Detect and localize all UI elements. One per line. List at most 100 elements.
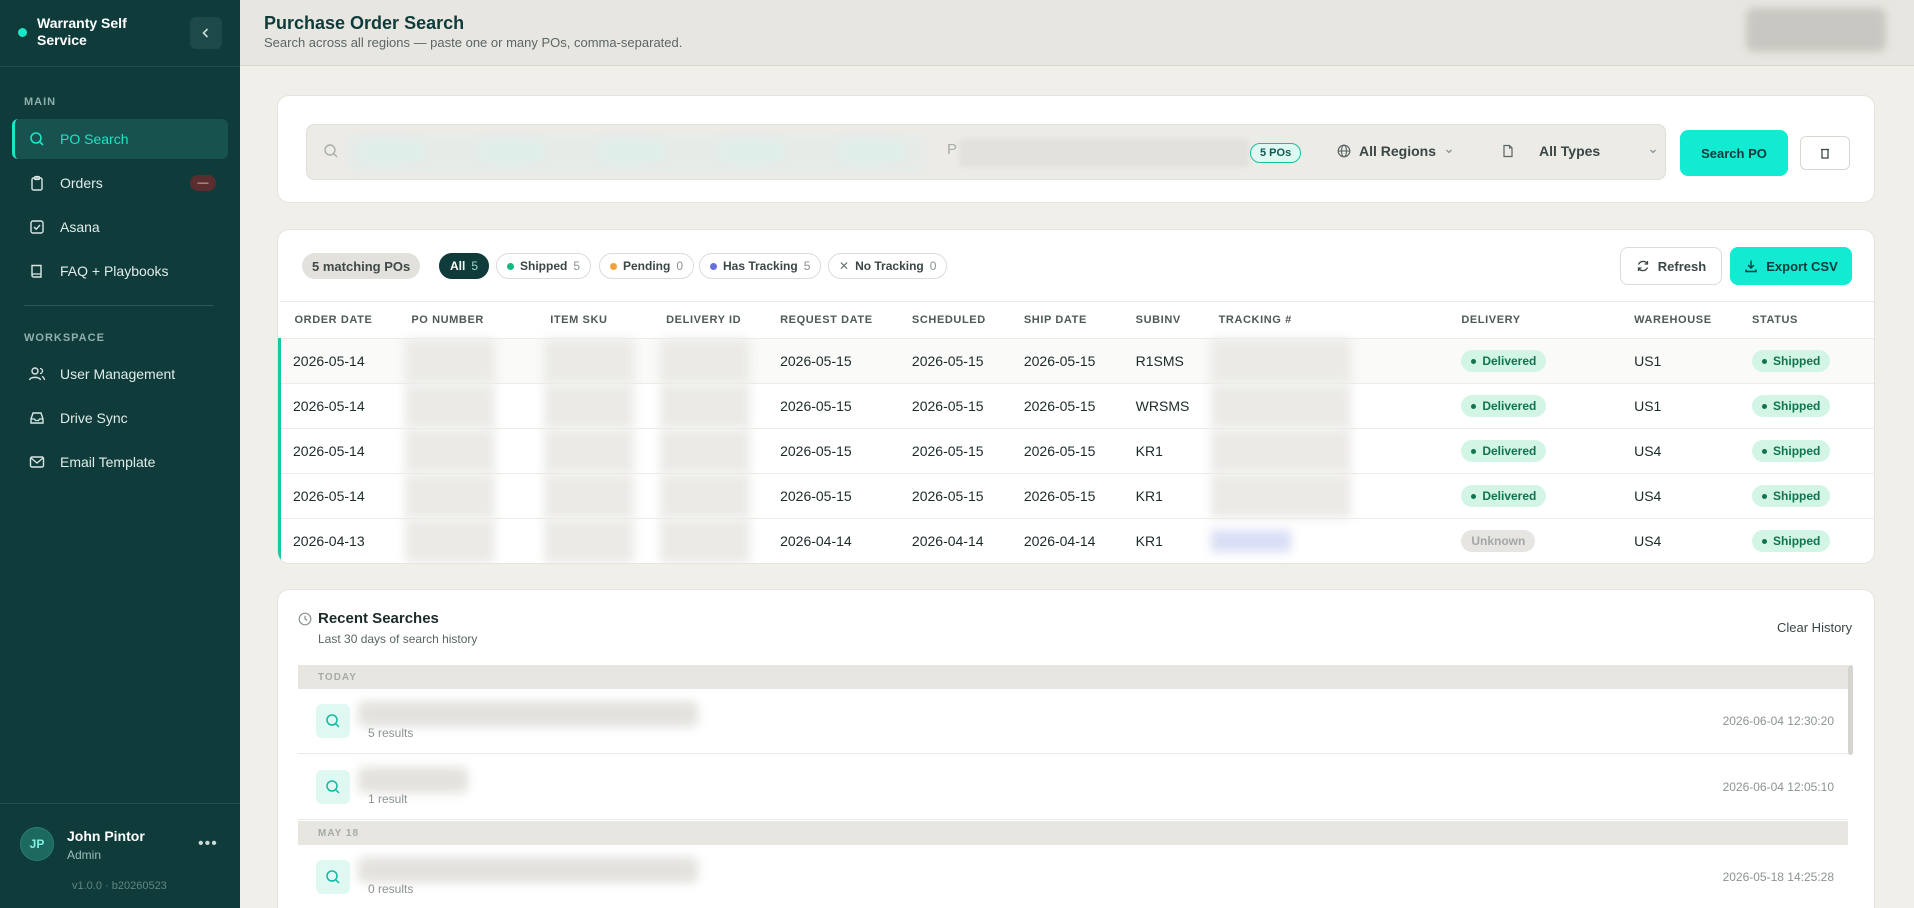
tracking-cell[interactable] <box>1203 473 1447 519</box>
refresh-icon <box>1637 260 1648 272</box>
delivery-id-cell <box>651 473 766 519</box>
sidebar-item-drive-sync[interactable]: Drive Sync <box>12 398 228 438</box>
file-icon <box>1503 144 1513 158</box>
redacted-value <box>1210 474 1351 518</box>
column-header[interactable]: STATUS <box>1737 301 1874 339</box>
redacted-value <box>660 384 751 428</box>
redacted-po-chip[interactable] <box>835 141 905 163</box>
po-number-cell[interactable] <box>396 473 536 519</box>
delivery-cell: Delivered <box>1446 473 1620 519</box>
delivery-cell: Delivered <box>1446 383 1620 429</box>
column-header[interactable]: WAREHOUSE <box>1619 301 1738 339</box>
redacted-po-chip[interactable] <box>715 141 785 163</box>
recent-search-item[interactable]: 5 results 2026-06-04 12:30:20 <box>298 689 1848 754</box>
purple-dot-icon <box>710 262 717 270</box>
page-title: Purchase Order Search <box>264 13 465 33</box>
brand-name: Warranty Self Service <box>37 15 127 48</box>
status-badge: Shipped <box>1752 485 1831 507</box>
delivery-badge: Delivered <box>1461 350 1547 372</box>
recent-searches-card: Recent Searches Last 30 days of search h… <box>277 589 1875 908</box>
tracking-cell[interactable] <box>1203 518 1447 563</box>
section-label-workspace: WORKSPACE <box>24 332 105 344</box>
redacted-po-chip[interactable] <box>475 141 545 163</box>
po-number-cell[interactable] <box>396 518 536 563</box>
tracking-cell[interactable] <box>1203 338 1447 384</box>
redacted-query <box>358 857 698 883</box>
clear-history-button[interactable]: Clear History <box>1777 620 1852 635</box>
po-search-input[interactable]: P 5 POs All Regions All Types <box>306 124 1666 180</box>
filter-chip-all[interactable]: All 5 <box>439 253 490 279</box>
column-header[interactable]: ORDER DATE <box>279 301 397 339</box>
sidebar-item-faq-playbooks[interactable]: FAQ + Playbooks <box>12 251 228 291</box>
column-header[interactable]: SCHEDULED <box>896 301 1009 339</box>
po-number-cell[interactable] <box>396 428 536 474</box>
recent-search-item[interactable]: 0 results 2026-05-18 14:25:28 <box>298 845 1848 908</box>
scheduled-cell: 2026-05-15 <box>896 428 1009 474</box>
app-version: v1.0.0 · b20260523 <box>72 880 167 892</box>
type-select[interactable]: All Types <box>1501 143 1658 159</box>
sidebar-item-email-template[interactable]: Email Template <box>12 442 228 482</box>
history-scrollbar[interactable] <box>1848 665 1853 755</box>
tracking-cell[interactable] <box>1203 383 1447 429</box>
avatar[interactable]: JP <box>20 827 54 861</box>
clear-search-button[interactable] <box>1800 136 1850 170</box>
brand-status-dot <box>18 28 27 37</box>
redacted-value <box>660 519 751 563</box>
search-icon <box>28 130 46 148</box>
scheduled-cell: 2026-05-15 <box>896 473 1009 519</box>
tracking-cell[interactable] <box>1203 428 1447 474</box>
ship-date-cell: 2026-05-15 <box>1008 338 1121 384</box>
column-header[interactable]: ITEM SKU <box>535 301 652 339</box>
filter-chip-shipped[interactable]: Shipped 5 <box>496 253 592 279</box>
column-header[interactable]: DELIVERY <box>1446 301 1620 339</box>
redacted-tracking-link[interactable] <box>1210 530 1291 552</box>
po-number-cell[interactable] <box>396 383 536 429</box>
column-header[interactable]: TRACKING # <box>1203 301 1447 339</box>
item-sku-cell <box>535 428 652 474</box>
page-subtitle: Search across all regions — paste one or… <box>264 35 683 50</box>
search-icon <box>316 770 350 804</box>
filter-chip-no-tracking[interactable]: ✕ No Tracking 0 <box>828 253 948 279</box>
column-header[interactable]: SUBINV <box>1120 301 1204 339</box>
column-header[interactable]: PO NUMBER <box>396 301 536 339</box>
redacted-header-widget <box>1746 8 1886 52</box>
search-po-button[interactable]: Search PO <box>1680 130 1788 176</box>
sidebar-item-user-management[interactable]: User Management <box>12 354 228 394</box>
filter-chip-pending[interactable]: Pending 0 <box>599 253 695 279</box>
delivery-cell: Delivered <box>1446 428 1620 474</box>
table-row[interactable]: 2026-04-13 2026-04-14 2026-04-14 2026-04… <box>278 518 1874 563</box>
item-sku-cell <box>535 338 652 384</box>
subinv-cell: KR1 <box>1120 518 1204 563</box>
order-date-cell: 2026-05-14 <box>278 428 397 474</box>
column-header[interactable]: SHIP DATE <box>1008 301 1121 339</box>
column-header[interactable]: REQUEST DATE <box>765 301 897 339</box>
redacted-po-chip[interactable] <box>595 141 665 163</box>
table-row[interactable]: 2026-05-14 2026-05-15 2026-05-15 2026-05… <box>278 383 1874 429</box>
redacted-po-chip[interactable] <box>355 141 425 163</box>
more-options-icon[interactable]: ••• <box>198 835 218 853</box>
table-row[interactable]: 2026-05-14 2026-05-15 2026-05-15 2026-05… <box>278 473 1874 519</box>
region-select[interactable]: All Regions <box>1337 143 1454 159</box>
table-row[interactable]: 2026-05-14 2026-05-15 2026-05-15 2026-05… <box>278 338 1874 384</box>
user-name: John Pintor <box>67 828 145 844</box>
refresh-button[interactable]: Refresh <box>1620 247 1722 285</box>
delivery-id-cell <box>651 428 766 474</box>
export-csv-button[interactable]: Export CSV <box>1730 247 1852 285</box>
sidebar-item-asana[interactable]: Asana <box>12 207 228 247</box>
collapse-sidebar-button[interactable] <box>190 17 222 49</box>
filter-count: 0 <box>929 259 937 273</box>
page-header: Purchase Order Search Search across all … <box>240 0 1914 66</box>
sidebar-item-orders[interactable]: Orders — <box>12 163 228 203</box>
item-sku-cell <box>535 473 652 519</box>
column-header[interactable]: DELIVERY ID <box>651 301 766 339</box>
table-row[interactable]: 2026-05-14 2026-05-15 2026-05-15 2026-05… <box>278 428 1874 474</box>
sidebar-item-po-search[interactable]: PO Search <box>12 119 228 159</box>
status-dot-icon <box>1762 358 1768 364</box>
recent-search-item[interactable]: 1 result 2026-06-04 12:05:10 <box>298 755 1848 820</box>
delivery-badge: Delivered <box>1461 440 1547 462</box>
filter-chip-has-tracking[interactable]: Has Tracking 5 <box>699 253 822 279</box>
table-header-row: ORDER DATE PO NUMBER ITEM SKU DELIVERY I… <box>279 301 1874 339</box>
po-number-cell[interactable] <box>396 338 536 384</box>
chevron-down-icon <box>1446 149 1452 154</box>
brand[interactable]: Warranty Self Service <box>18 15 147 49</box>
